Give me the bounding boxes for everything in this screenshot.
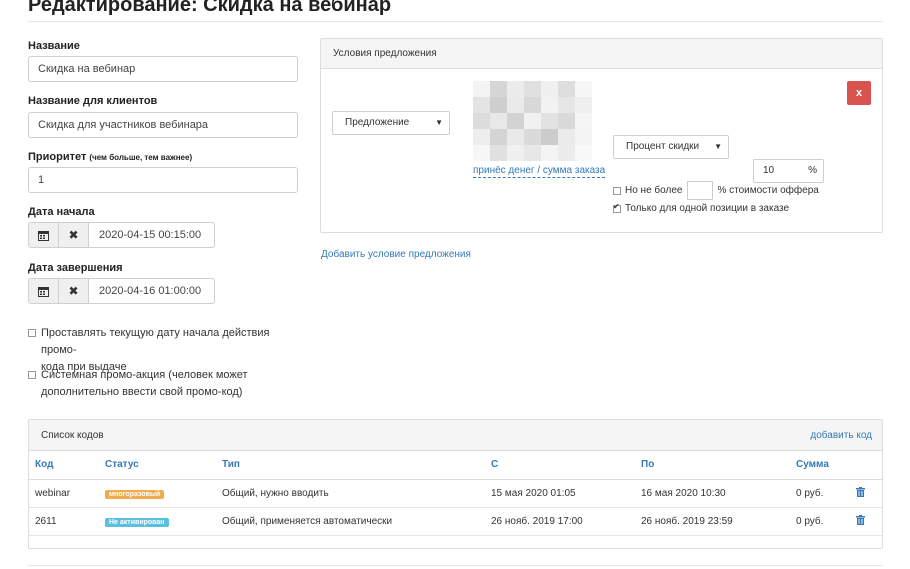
max-percent-suffix: % стоимости оффера: [717, 185, 819, 196]
page-title: Редактирование: Скидка на вебинар: [28, 0, 392, 16]
current-date-checkbox[interactable]: [28, 329, 36, 337]
system-promo-option: Системная промо-акция (человек может доп…: [28, 367, 298, 401]
status-badge: многоразовый: [105, 489, 165, 499]
column-header-type[interactable]: Тип: [216, 451, 485, 480]
end-date-input[interactable]: 2020-04-16 01:00:00: [89, 279, 211, 303]
client-name-label: Название для клиентов: [28, 95, 158, 107]
max-percent-checkbox[interactable]: [613, 186, 621, 195]
column-header-status[interactable]: Статус: [99, 451, 216, 480]
clear-date-icon[interactable]: ✖: [59, 279, 89, 303]
column-header-sum[interactable]: Сумма: [790, 451, 850, 480]
calendar-icon[interactable]: [29, 223, 59, 247]
add-code-link[interactable]: добавить код: [810, 420, 872, 451]
trash-icon[interactable]: [856, 514, 865, 525]
codes-panel-title: Список кодов: [41, 430, 104, 441]
trash-icon[interactable]: [856, 486, 865, 497]
sum-cell: 0 руб.: [790, 507, 850, 536]
offer-conditions-panel: Условия предложения Предложение ▼ принёс…: [320, 38, 883, 233]
priority-label-text: Приоритет: [28, 151, 87, 163]
codes-table: Код Статус Тип С По Сумма webinar многор…: [29, 451, 882, 536]
current-date-checkbox-label: Проставлять текущую дату начала действия…: [41, 327, 270, 356]
start-date-input[interactable]: 2020-04-15 00:15:00: [89, 223, 211, 247]
system-promo-checkbox[interactable]: [28, 371, 36, 379]
client-name-input[interactable]: Скидка для участников вебинара: [28, 112, 298, 138]
add-condition-link[interactable]: Добавить условие предложения: [321, 249, 471, 260]
codes-table-header: Код Статус Тип С По Сумма: [29, 451, 882, 480]
code-cell: 2611: [29, 507, 99, 536]
offer-select-value: Предложение: [345, 117, 410, 128]
single-position-option: Только для одной позиции в заказе: [613, 202, 790, 214]
start-date-picker: ✖ 2020-04-15 00:15:00: [28, 222, 215, 248]
end-date-label: Дата завершения: [28, 262, 123, 274]
status-cell: Не активирован: [99, 507, 216, 536]
footer-divider: [28, 565, 883, 566]
column-header-code[interactable]: Код: [29, 451, 99, 480]
codes-panel: Список кодов добавить код Код Статус Тип…: [28, 419, 883, 549]
type-cell: Общий, нужно вводить: [216, 479, 485, 508]
max-percent-option: Но не более % стоимости оффера: [613, 181, 819, 200]
priority-label: Приоритет (чем больше, тем важнее): [28, 151, 192, 163]
discount-value: 10: [763, 165, 775, 176]
discount-unit: %: [808, 165, 817, 176]
clear-date-icon[interactable]: ✖: [59, 223, 89, 247]
actions-cell: [850, 507, 882, 536]
type-cell: Общий, применяется автоматически: [216, 507, 485, 536]
table-row: 2611 Не активирован Общий, применяется а…: [29, 507, 882, 536]
from-cell: 26 нояб. 2019 17:00: [485, 507, 635, 536]
from-cell: 15 мая 2020 01:05: [485, 479, 635, 508]
discount-type-select[interactable]: Процент скидки ▼: [613, 135, 729, 159]
discount-type-value: Процент скидки: [626, 141, 700, 152]
column-header-from[interactable]: С: [485, 451, 635, 480]
to-cell: 26 нояб. 2019 23:59: [635, 507, 790, 536]
delete-condition-button[interactable]: x: [847, 81, 871, 105]
calendar-icon[interactable]: [29, 279, 59, 303]
column-header-to[interactable]: По: [635, 451, 790, 480]
priority-input[interactable]: 1: [28, 167, 298, 193]
name-label: Название: [28, 40, 80, 52]
actions-cell: [850, 479, 882, 508]
table-row: webinar многоразовый Общий, нужно вводит…: [29, 479, 882, 508]
caret-down-icon: ▼: [714, 142, 722, 151]
code-cell: webinar: [29, 479, 99, 508]
single-position-label: Только для одной позиции в заказе: [625, 203, 790, 214]
offer-image-thumbnail: [473, 81, 592, 161]
single-position-checkbox[interactable]: [613, 202, 621, 213]
title-divider: [28, 21, 883, 22]
system-promo-checkbox-label: Системная промо-акция (человек может: [41, 369, 248, 381]
start-date-label: Дата начала: [28, 206, 95, 218]
status-badge: Не активирован: [105, 517, 169, 527]
codes-panel-header: Список кодов добавить код: [29, 420, 882, 451]
max-percent-input[interactable]: [687, 181, 714, 200]
offer-conditions-title: Условия предложения: [321, 39, 882, 69]
to-cell: 16 мая 2020 10:30: [635, 479, 790, 508]
offer-select[interactable]: Предложение ▼: [332, 111, 450, 135]
status-cell: многоразовый: [99, 479, 216, 508]
system-promo-checkbox-label-cont: дополнительно ввести свой промо-код): [41, 386, 243, 398]
sum-cell: 0 руб.: [790, 479, 850, 508]
max-percent-label: Но не более: [625, 185, 683, 196]
end-date-picker: ✖ 2020-04-16 01:00:00: [28, 278, 215, 304]
name-input[interactable]: Скидка на вебинар: [28, 56, 298, 82]
caret-down-icon: ▼: [435, 118, 443, 127]
priority-hint: (чем больше, тем важнее): [89, 153, 193, 162]
column-header-actions: [850, 451, 882, 480]
discount-value-input[interactable]: 10 %: [753, 159, 824, 183]
offer-image-caption[interactable]: принёс денег / сумма заказа: [473, 165, 606, 178]
